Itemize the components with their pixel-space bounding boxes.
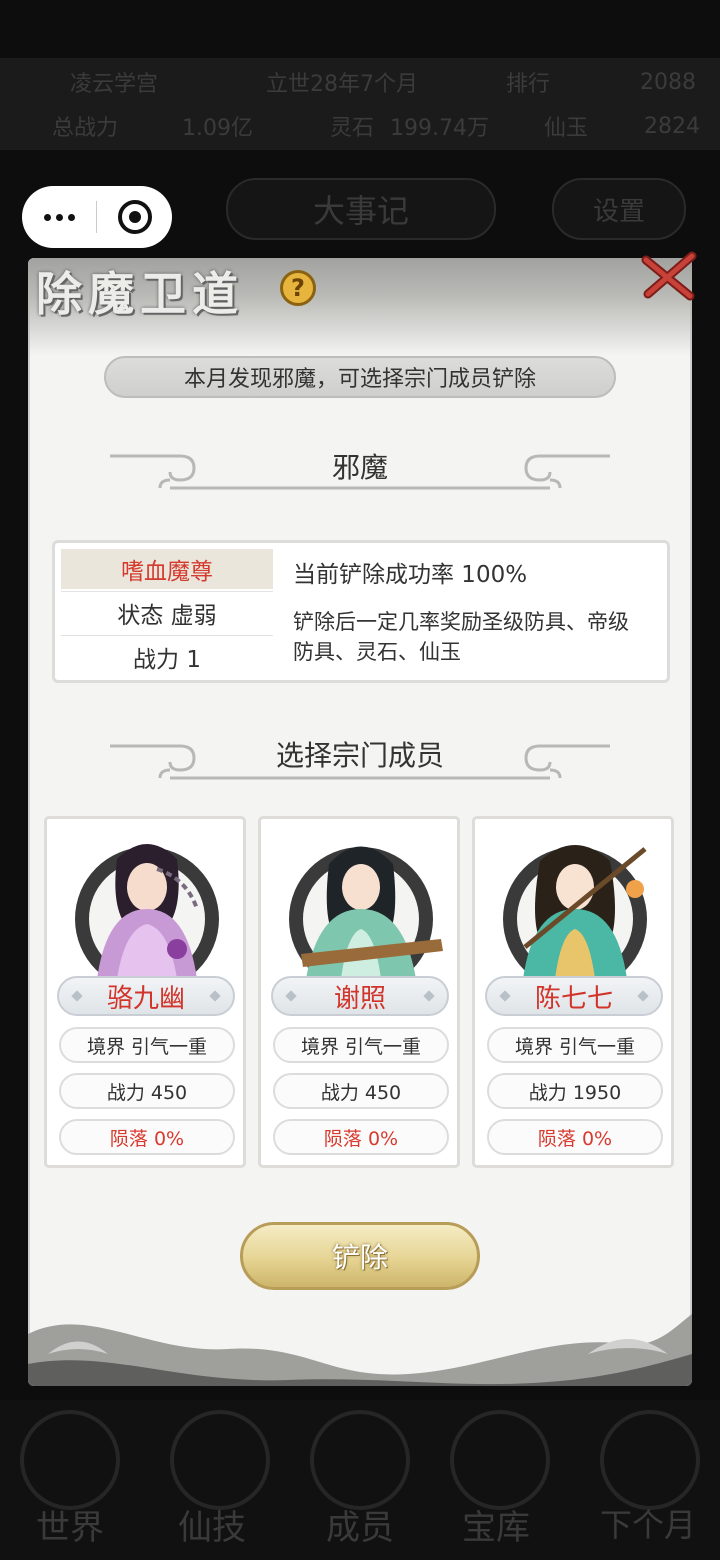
bg-date: 立世28年7个月 xyxy=(266,72,418,97)
bg-rank-label: 排行 xyxy=(506,72,551,97)
member-name: 陈七七 xyxy=(485,976,663,1016)
more-options-icon[interactable] xyxy=(22,213,96,221)
success-rate: 当前铲除成功率 100% xyxy=(293,562,528,588)
member-card[interactable]: 陈七七 境界 引气一重 战力 1950 陨落 0% xyxy=(472,816,674,1168)
member-realm: 境界 引气一重 xyxy=(59,1027,235,1063)
evil-status: 状态 虚弱 xyxy=(61,591,273,633)
member-card[interactable]: 骆九幽 境界 引气一重 战力 450 陨落 0% xyxy=(44,816,246,1168)
bg-jade-label: 仙玉 xyxy=(544,116,589,141)
bg-power-label: 总战力 xyxy=(52,116,119,141)
bg-nav-ring xyxy=(20,1410,120,1510)
bg-rank-value: 2088 xyxy=(640,69,696,95)
bg-nav-members: 成员 xyxy=(326,1508,394,1548)
member-power: 战力 450 xyxy=(59,1073,235,1109)
help-icon[interactable]: ? xyxy=(280,270,316,306)
member-card[interactable]: 谢照 境界 引气一重 战力 450 陨落 0% xyxy=(258,816,460,1168)
member-name-text: 骆九幽 xyxy=(106,983,185,1014)
close-miniprogram-icon[interactable] xyxy=(97,200,172,234)
bg-nav-world: 世界 xyxy=(36,1508,104,1548)
bg-nav-ring xyxy=(450,1410,550,1510)
member-portrait xyxy=(289,846,443,979)
member-name: 骆九幽 xyxy=(57,976,235,1016)
bg-jade-value: 2824 xyxy=(644,113,700,139)
evil-info-panel: 嗜血魔尊 状态 虚弱 战力 1 当前铲除成功率 100% 铲除后一定几率奖励圣级… xyxy=(52,540,670,683)
game-screen: 凌云学宫 立世28年7个月 排行 2088 总战力 1.09亿 灵石 199.7… xyxy=(0,0,720,1560)
bg-stone-label: 灵石 xyxy=(330,116,375,141)
dialog-title: 除魔卫道 xyxy=(36,267,244,321)
member-death-rate: 陨落 0% xyxy=(59,1119,235,1155)
close-icon[interactable] xyxy=(640,250,698,302)
member-death-rate: 陨落 0% xyxy=(487,1119,663,1155)
bg-nav-skills: 仙技 xyxy=(178,1508,246,1548)
bg-nav-ring xyxy=(600,1410,700,1510)
bg-nav-ring xyxy=(170,1410,270,1510)
evil-section-title: 邪魔 xyxy=(331,451,388,484)
bg-events-button: 大事记 xyxy=(226,178,496,240)
bg-nav-ring xyxy=(310,1410,410,1510)
evil-name: 嗜血魔尊 xyxy=(61,549,273,589)
bg-sect-name: 凌云学宫 xyxy=(70,72,159,97)
bg-power-value: 1.09亿 xyxy=(182,116,253,141)
background-stats-bar: 凌云学宫 立世28年7个月 排行 2088 总战力 1.09亿 灵石 199.7… xyxy=(0,58,720,150)
member-realm: 境界 引气一重 xyxy=(487,1027,663,1063)
bg-settings-button: 设置 xyxy=(552,178,686,240)
evil-power: 战力 1 xyxy=(61,635,273,677)
member-realm: 境界 引气一重 xyxy=(273,1027,449,1063)
member-death-rate: 陨落 0% xyxy=(273,1119,449,1155)
member-name: 谢照 xyxy=(271,976,449,1016)
member-name-text: 谢照 xyxy=(333,983,386,1014)
footer-ink-decoration xyxy=(28,1314,692,1386)
reward-description: 铲除后一定几率奖励圣级防具、帝级防具、灵石、仙玉 xyxy=(293,610,629,664)
eliminate-button[interactable]: 铲除 xyxy=(240,1222,480,1290)
member-portrait xyxy=(503,845,647,979)
bg-stone-value: 199.74万 xyxy=(390,116,489,141)
bg-nav-next-month: 下个月 xyxy=(600,1506,697,1544)
dialog-subtitle: 本月发现邪魔，可选择宗门成员铲除 xyxy=(104,356,616,398)
miniprogram-capsule xyxy=(22,186,172,248)
member-portrait xyxy=(75,844,219,979)
member-power: 战力 450 xyxy=(273,1073,449,1109)
members-section-title: 选择宗门成员 xyxy=(275,739,444,772)
member-power: 战力 1950 xyxy=(487,1073,663,1109)
member-name-text: 陈七七 xyxy=(534,983,613,1014)
bg-nav-vault: 宝库 xyxy=(462,1508,530,1548)
